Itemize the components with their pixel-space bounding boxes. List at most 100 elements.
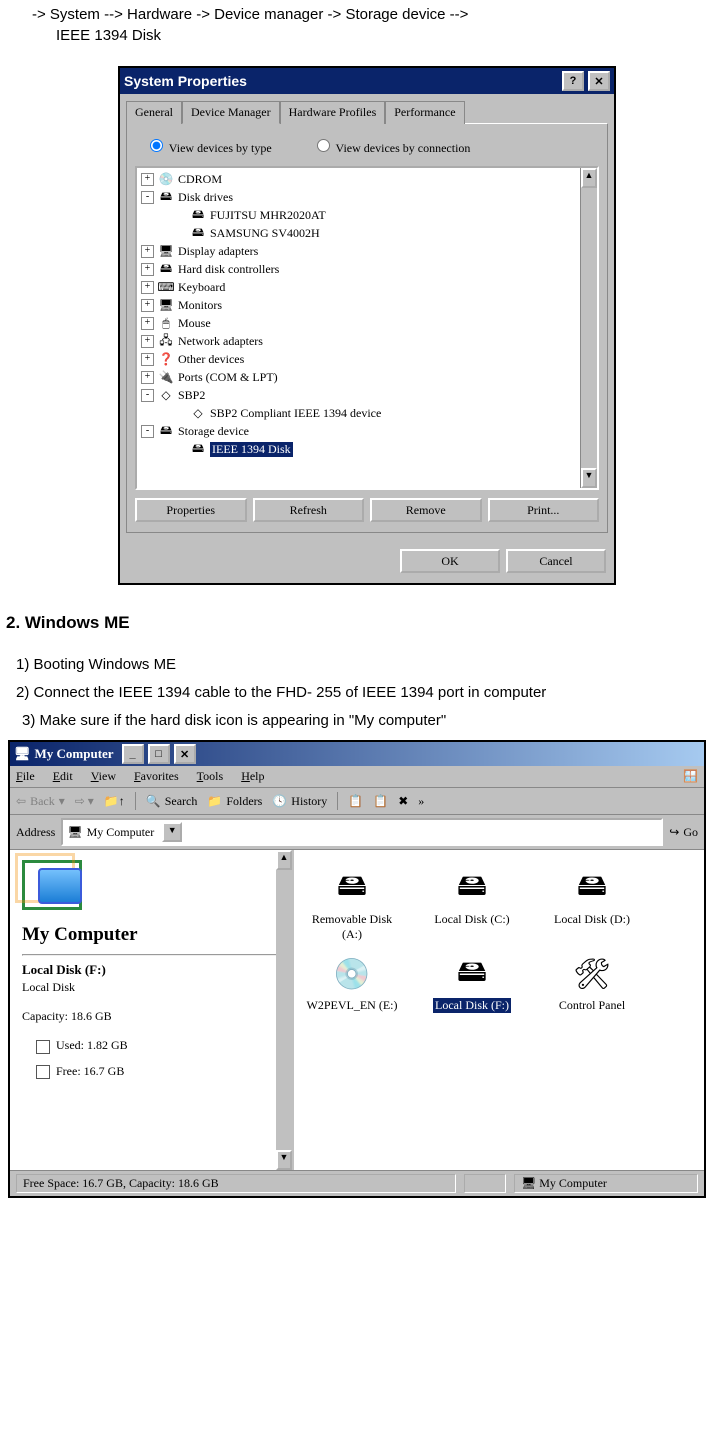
drive-icon-item[interactable]: 🖴Local Disk (D:) <box>542 868 642 942</box>
back-button[interactable]: ⇦ Back ▾ <box>16 794 65 809</box>
menu-edit[interactable]: Edit <box>53 769 73 784</box>
toolbar-overflow-icon[interactable]: » <box>418 794 424 809</box>
tree-node[interactable]: 🖴SAMSUNG SV4002H <box>139 224 597 242</box>
copy-to-icon[interactable]: 📋 <box>373 794 388 809</box>
radio-by-connection[interactable]: View devices by connection <box>312 136 471 156</box>
ok-button[interactable]: OK <box>400 549 500 573</box>
windows-logo-icon: 🪟 <box>683 769 698 784</box>
status-left: Free Space: 16.7 GB, Capacity: 18.6 GB <box>16 1174 456 1193</box>
minimize-button[interactable]: _ <box>122 744 144 764</box>
tree-label: Keyboard <box>178 280 225 295</box>
tree-label: Ports (COM & LPT) <box>178 370 278 385</box>
folders-button[interactable]: 📁 Folders <box>207 794 262 809</box>
go-button[interactable]: ↪ Go <box>669 825 698 840</box>
refresh-button[interactable]: Refresh <box>253 498 365 522</box>
tree-label: SAMSUNG SV4002H <box>210 226 320 241</box>
help-button[interactable]: ? <box>562 71 584 91</box>
tree-node[interactable]: +❓Other devices <box>139 350 597 368</box>
left-header: My Computer <box>22 924 280 946</box>
tree-node[interactable]: +🖧Network adapters <box>139 332 597 350</box>
drive-icon: 💿 <box>328 954 376 994</box>
device-icon: 🖴 <box>190 441 206 457</box>
menu-tools[interactable]: Tools <box>197 769 224 784</box>
expand-icon[interactable]: + <box>141 173 154 186</box>
search-button[interactable]: 🔍 Search <box>146 794 198 809</box>
tree-node[interactable]: ◇SBP2 Compliant IEEE 1394 device <box>139 404 597 422</box>
drive-icon-item[interactable]: 💿 W2PEVL_EN (E:) <box>302 954 402 1013</box>
expand-icon[interactable]: + <box>141 353 154 366</box>
drive-icon-item[interactable]: 🖴Removable Disk (A:) <box>302 868 402 942</box>
scrollbar-vertical[interactable]: ▲ ▼ <box>580 168 597 488</box>
scroll-down-button[interactable]: ▼ <box>581 468 597 488</box>
tab-hardware-profiles[interactable]: Hardware Profiles <box>280 101 386 124</box>
my-computer-icon: 🖥 <box>67 825 82 840</box>
close-button[interactable]: ✕ <box>174 744 196 764</box>
scroll-up-button[interactable]: ▲ <box>276 850 292 870</box>
drive-label: W2PEVL_EN (E:) <box>302 998 402 1013</box>
print-button[interactable]: Print... <box>488 498 600 522</box>
drive-icon: 🖴 <box>328 868 376 908</box>
drive-icon-item[interactable]: 🛠Control Panel <box>542 954 642 1013</box>
drive-label: Local Disk (C:) <box>422 912 522 927</box>
maximize-button[interactable]: □ <box>148 744 170 764</box>
tree-node[interactable]: + 🔌 Ports (COM & LPT) <box>139 368 597 386</box>
expand-icon[interactable]: + <box>141 371 154 384</box>
icon-area[interactable]: 🖴Removable Disk (A:)🖴Local Disk (C:)🖴Loc… <box>294 850 704 1170</box>
tree-node[interactable]: +⌨Keyboard <box>139 278 597 296</box>
window-title: System Properties <box>124 73 247 89</box>
device-tree[interactable]: +💿CDROM-🖴Disk drives🖴FUJITSU MHR2020AT🖴S… <box>135 166 599 490</box>
search-label: Search <box>165 794 198 809</box>
expand-icon[interactable]: + <box>141 245 154 258</box>
expand-icon[interactable]: + <box>141 299 154 312</box>
tree-label: SBP2 Compliant IEEE 1394 device <box>210 406 381 421</box>
expand-icon[interactable]: - <box>141 191 154 204</box>
scroll-down-button[interactable]: ▼ <box>276 1150 292 1170</box>
tree-node[interactable]: -🖴Storage device <box>139 422 597 440</box>
forward-button[interactable]: ⇨ ▾ <box>75 794 94 809</box>
tab-device-manager[interactable]: Device Manager <box>182 101 280 124</box>
tab-general[interactable]: General <box>126 101 182 124</box>
menu-view[interactable]: View <box>91 769 116 784</box>
expand-icon[interactable]: - <box>141 389 154 402</box>
expand-icon[interactable]: + <box>141 263 154 276</box>
expand-icon[interactable]: + <box>141 317 154 330</box>
tree-node[interactable]: -🖴Disk drives <box>139 188 597 206</box>
tab-performance[interactable]: Performance <box>385 101 464 124</box>
capacity-label: Capacity: 18.6 GB <box>22 1009 280 1024</box>
move-to-icon[interactable]: 📋 <box>348 794 363 809</box>
selected-name: Local Disk (F:) <box>22 962 280 978</box>
radio-by-type[interactable]: View devices by type <box>145 136 272 156</box>
address-dropdown-icon[interactable]: ▼ <box>162 822 182 842</box>
tree-node[interactable]: +🖥Monitors <box>139 296 597 314</box>
expand-icon[interactable]: + <box>141 281 154 294</box>
history-button[interactable]: 🕓 History <box>272 794 327 809</box>
menu-file[interactable]: File <box>16 769 35 784</box>
properties-button[interactable]: Properties <box>135 498 247 522</box>
step-2: 2) Connect the IEEE 1394 cable to the FH… <box>16 679 719 707</box>
drive-icon-item[interactable]: 🖴Local Disk (C:) <box>422 868 522 942</box>
tree-node[interactable]: +🖴Hard disk controllers <box>139 260 597 278</box>
menu-favorites[interactable]: Favorites <box>134 769 179 784</box>
scroll-up-button[interactable]: ▲ <box>581 168 597 188</box>
tree-node[interactable]: +🖥Display adapters <box>139 242 597 260</box>
my-computer-window: 🖥 My Computer _ □ ✕ File Edit View Favor… <box>8 740 706 1198</box>
free-label: Free: 16.7 GB <box>56 1064 124 1078</box>
address-field[interactable]: 🖥 My Computer ▼ <box>61 818 663 846</box>
device-icon: 🔌 <box>158 369 174 385</box>
expand-icon[interactable]: + <box>141 335 154 348</box>
drive-icon-item[interactable]: 🖴Local Disk (F:) <box>422 954 522 1013</box>
close-button[interactable]: ✕ <box>588 71 610 91</box>
tree-node[interactable]: -◇SBP2 <box>139 386 597 404</box>
up-button[interactable]: 📁↑ <box>104 794 125 809</box>
remove-button[interactable]: Remove <box>370 498 482 522</box>
cancel-button[interactable]: Cancel <box>506 549 606 573</box>
radio-by-connection-label: View devices by connection <box>336 141 471 155</box>
menu-help[interactable]: Help <box>241 769 264 784</box>
tree-node[interactable]: +💿CDROM <box>139 170 597 188</box>
left-scrollbar[interactable]: ▲ ▼ <box>276 850 292 1170</box>
tree-node[interactable]: +🖱Mouse <box>139 314 597 332</box>
delete-icon[interactable]: ✖ <box>398 794 408 809</box>
expand-icon[interactable]: - <box>141 425 154 438</box>
tree-node[interactable]: 🖴IEEE 1394 Disk <box>139 440 597 458</box>
tree-node[interactable]: 🖴FUJITSU MHR2020AT <box>139 206 597 224</box>
